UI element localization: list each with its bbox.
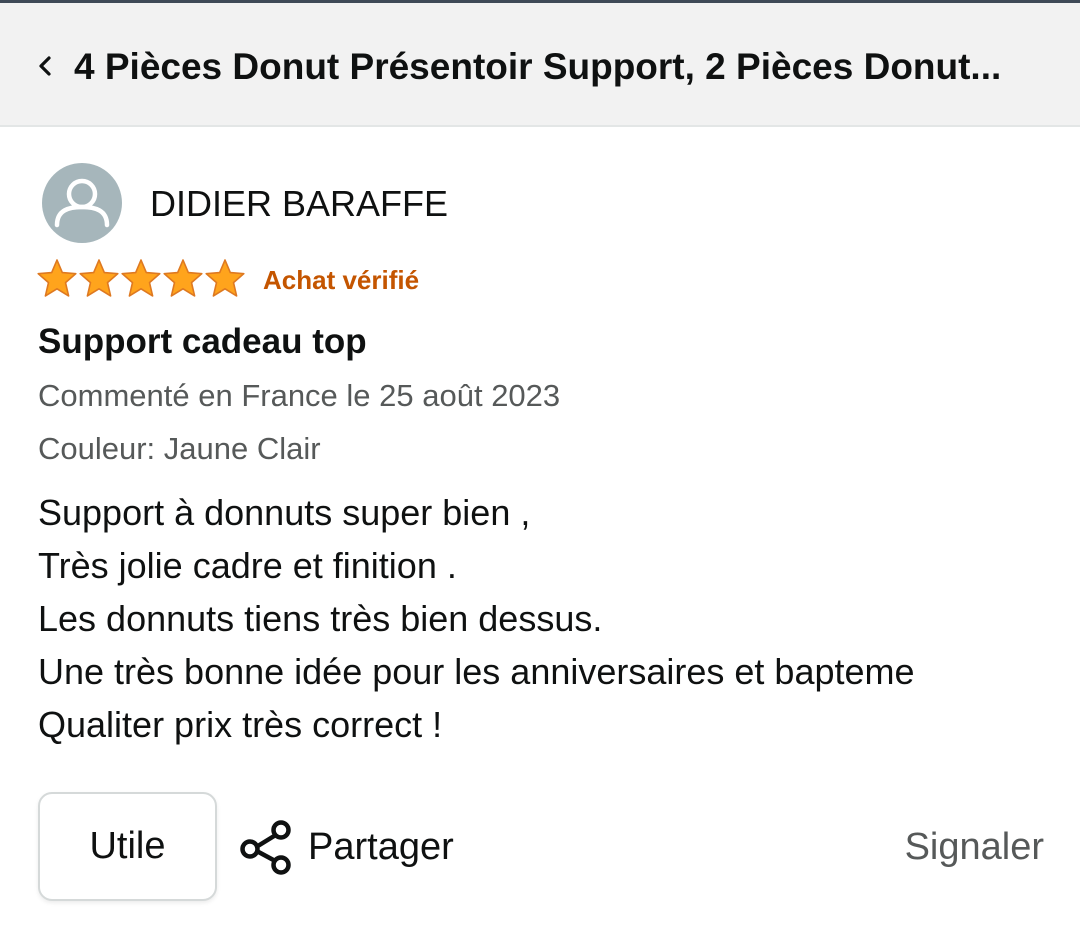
star-filled-icon bbox=[205, 259, 245, 297]
star-filled-icon bbox=[121, 259, 161, 297]
review-body-line: Support à donnuts super bien , bbox=[38, 492, 531, 533]
helpful-button[interactable]: Utile bbox=[38, 792, 217, 901]
review-body-line: Les donnuts tiens très bien dessus. bbox=[38, 598, 603, 639]
star-filled-icon bbox=[37, 259, 77, 297]
verified-purchase-badge: Achat vérifié bbox=[263, 265, 420, 295]
review-body-line: Très jolie cadre et finition . bbox=[38, 545, 457, 586]
review-body: Support à donnuts super bien , Très joli… bbox=[38, 486, 1058, 751]
review-date: Commenté en France le 25 août 2023 bbox=[38, 378, 561, 413]
review-title: Support cadeau top bbox=[38, 322, 367, 361]
product-title[interactable]: 4 Pièces Donut Présentoir Support, 2 Piè… bbox=[74, 41, 1049, 93]
star-rating bbox=[36, 257, 246, 301]
share-button[interactable]: Partager bbox=[238, 816, 454, 878]
review-variant: Couleur: Jaune Clair bbox=[38, 431, 321, 466]
header-bar: 4 Pièces Donut Présentoir Support, 2 Piè… bbox=[0, 3, 1080, 127]
star-filled-icon bbox=[163, 259, 203, 297]
review-page: 4 Pièces Donut Présentoir Support, 2 Piè… bbox=[0, 0, 1080, 939]
share-label: Partager bbox=[308, 826, 454, 868]
review-body-line: Qualiter prix très correct ! bbox=[38, 704, 443, 745]
review-body-line: Une très bonne idée pour les anniversair… bbox=[38, 651, 915, 692]
reviewer-name[interactable]: DIDIER BARAFFE bbox=[150, 181, 448, 227]
chevron-left-icon[interactable] bbox=[33, 54, 57, 78]
share-icon bbox=[240, 820, 291, 875]
user-avatar-icon bbox=[42, 163, 122, 243]
report-link[interactable]: Signaler bbox=[905, 823, 1044, 871]
star-filled-icon bbox=[79, 259, 119, 297]
